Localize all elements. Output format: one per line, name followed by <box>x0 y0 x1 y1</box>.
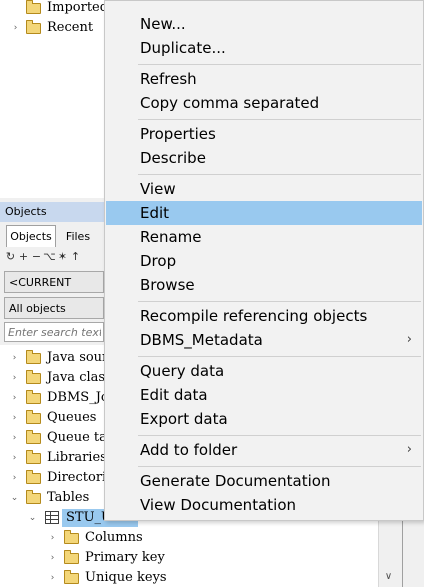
folder-icon <box>26 410 41 424</box>
folder-icon <box>26 470 41 484</box>
folder-icon <box>64 550 79 564</box>
folder-icon <box>26 370 41 384</box>
menu-item-properties[interactable]: Properties <box>106 122 422 146</box>
folder-icon <box>26 20 41 34</box>
refresh-icon[interactable]: ↻ <box>4 250 17 263</box>
menu-separator <box>138 64 421 65</box>
context-menu: New... Duplicate... Refresh Copy comma s… <box>104 0 424 521</box>
object-filter-select[interactable]: All objects <box>4 297 104 319</box>
menu-item-copy-comma-separated[interactable]: Copy comma separated <box>106 91 422 115</box>
expand-icon[interactable]: › <box>10 388 19 408</box>
menu-item-rename[interactable]: Rename <box>106 225 422 249</box>
objects-toolbar: ↻ + − ⌥ ✶ ↑ <box>4 250 104 266</box>
menu-separator <box>138 119 421 120</box>
up-icon[interactable]: ↑ <box>69 250 82 263</box>
collapse-icon[interactable]: ⌄ <box>28 508 37 528</box>
menu-item-edit-data[interactable]: Edit data <box>106 383 422 407</box>
menu-item-label: Add to folder <box>140 441 238 459</box>
expand-icon[interactable]: › <box>11 18 20 38</box>
tab-objects[interactable]: Objects <box>6 225 56 247</box>
menu-item-describe[interactable]: Describe <box>106 146 422 170</box>
menu-item-new[interactable]: New... <box>106 12 422 36</box>
folder-icon <box>64 530 79 544</box>
tree-item-label: Tables <box>47 490 90 505</box>
menu-separator <box>138 356 421 357</box>
expand-icon[interactable]: › <box>10 468 19 488</box>
user-select[interactable]: <CURRENT USER> <box>4 271 104 311</box>
menu-item-add-to-folder[interactable]: Add to folder › <box>106 438 422 462</box>
menu-item-duplicate[interactable]: Duplicate... <box>106 36 422 60</box>
expand-icon[interactable]: › <box>10 448 19 468</box>
find-icon[interactable]: ⌥ <box>43 250 56 263</box>
tree-item-label: Queues <box>47 410 97 425</box>
tree-item-label: Libraries <box>47 450 107 465</box>
expand-icon[interactable]: › <box>48 568 57 587</box>
search-input[interactable] <box>4 322 104 342</box>
folder-icon <box>26 350 41 364</box>
tree-item-label: Unique keys <box>85 570 167 585</box>
folder-icon <box>64 570 79 584</box>
add-icon[interactable]: + <box>17 250 30 263</box>
expand-icon[interactable]: › <box>48 528 57 548</box>
expand-icon[interactable]: › <box>48 548 57 568</box>
scroll-down-icon[interactable]: ∨ <box>379 571 398 585</box>
folder-icon <box>26 490 41 504</box>
menu-separator <box>138 435 421 436</box>
submenu-arrow-icon: › <box>406 442 412 457</box>
remove-icon[interactable]: − <box>30 250 43 263</box>
table-icon <box>45 511 59 524</box>
expand-icon[interactable]: › <box>10 408 19 428</box>
menu-separator <box>138 466 421 467</box>
menu-item-generate-documentation[interactable]: Generate Documentation <box>106 469 422 493</box>
filter-icon[interactable]: ✶ <box>56 250 69 263</box>
folder-icon <box>26 390 41 404</box>
menu-item-refresh[interactable]: Refresh <box>106 67 422 91</box>
menu-item-recompile-referencing-objects[interactable]: Recompile referencing objects <box>106 304 422 328</box>
folder-icon <box>26 430 41 444</box>
menu-item-browse[interactable]: Browse <box>106 273 422 297</box>
expand-icon[interactable]: › <box>10 428 19 448</box>
expand-icon[interactable]: › <box>10 348 19 368</box>
objects-panel-title: Objects <box>0 202 104 222</box>
menu-item-view-documentation[interactable]: View Documentation <box>106 493 422 517</box>
menu-separator <box>138 301 421 302</box>
menu-item-dbms-metadata[interactable]: DBMS_Metadata › <box>106 328 422 352</box>
menu-item-export-data[interactable]: Export data <box>106 407 422 431</box>
tree-item-label: Recent <box>47 20 94 35</box>
menu-item-drop[interactable]: Drop <box>106 249 422 273</box>
expand-icon[interactable]: › <box>10 368 19 388</box>
submenu-arrow-icon: › <box>406 332 412 347</box>
tree-item-label: Columns <box>85 530 143 545</box>
menu-item-edit[interactable]: Edit <box>106 201 422 225</box>
menu-separator <box>138 174 421 175</box>
tree-item-label: Primary key <box>85 550 165 565</box>
menu-item-view[interactable]: View <box>106 177 422 201</box>
folder-icon <box>26 450 41 464</box>
menu-item-label: DBMS_Metadata <box>140 331 263 349</box>
menu-item-query-data[interactable]: Query data <box>106 359 422 383</box>
tab-files[interactable]: Files <box>56 227 100 247</box>
collapse-icon[interactable]: ⌄ <box>10 488 19 508</box>
folder-icon <box>26 0 41 14</box>
